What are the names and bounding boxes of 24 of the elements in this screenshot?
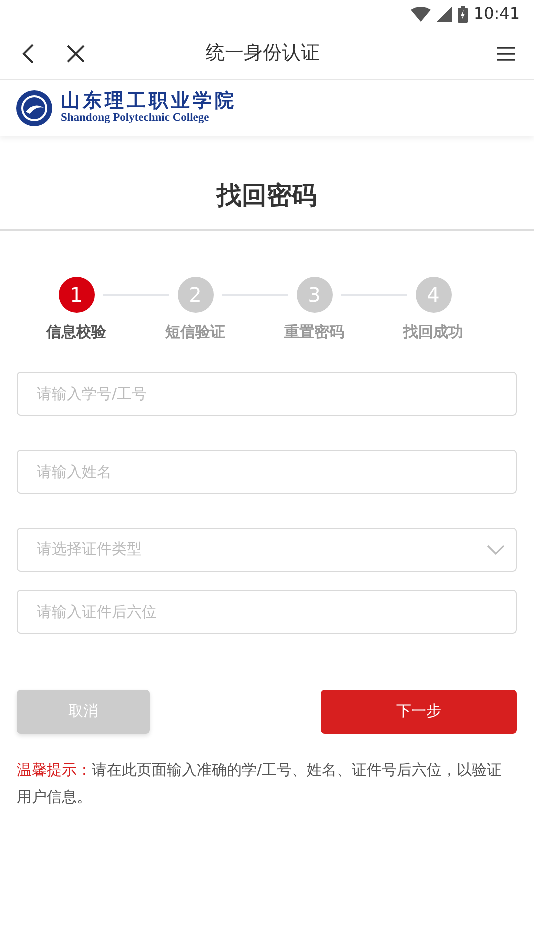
step-number: 1 (58, 277, 94, 313)
close-icon (67, 44, 85, 62)
input-field[interactable]: 请输入姓名 (17, 450, 517, 494)
menu-icon (496, 46, 516, 62)
id-type-select[interactable]: 请选择证件类型 (17, 528, 517, 572)
input-field[interactable]: 请输入证件后六位 (17, 590, 517, 634)
back-icon (21, 42, 35, 64)
page-title: 找回密码 (0, 136, 534, 231)
battery-icon (458, 6, 468, 22)
step-label: 短信验证 (166, 322, 226, 343)
step-label: 重置密码 (284, 322, 344, 343)
clock-time: 10:41 (474, 3, 520, 25)
hint-text: 温馨提示：请在此页面输入准确的学/工号、姓名、证件号后六位，以验证用户信息。 (16, 760, 504, 808)
step-label: 信息校验 (46, 322, 106, 343)
college-name-english: Shandong Polytechnic College (61, 112, 210, 125)
logo-emblem-icon (16, 90, 53, 126)
college-name: 山东理工职业学院 (61, 91, 237, 112)
nav-title: 统一身份认证 (205, 41, 321, 66)
chevron-down-icon (487, 544, 505, 554)
next-button[interactable]: 下一步 (321, 690, 517, 734)
input-field[interactable]: 请输入学号/工号 (17, 372, 517, 416)
wifi-icon (410, 6, 431, 22)
step-label: 找回成功 (404, 322, 464, 343)
signal-icon (436, 6, 452, 22)
